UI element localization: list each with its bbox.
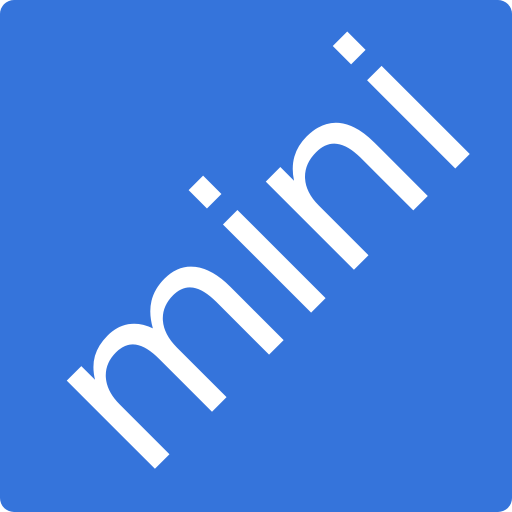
app-icon-wordmark: mini (0, 0, 512, 512)
app-icon: mini (0, 0, 512, 512)
